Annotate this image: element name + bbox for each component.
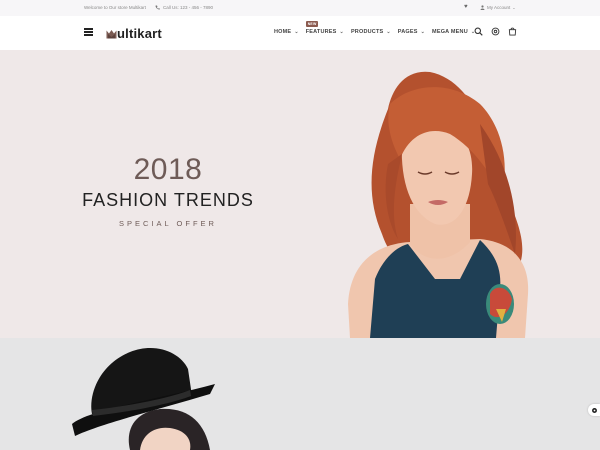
new-badge: NEW: [305, 21, 319, 27]
chevron-down-icon: ⌄: [339, 29, 344, 35]
logo[interactable]: ultikart: [106, 26, 162, 41]
nav-products-label: PRODUCTS: [350, 29, 384, 35]
cart-icon[interactable]: [508, 27, 517, 36]
hero-model-image: [348, 71, 529, 338]
nav-mega-menu[interactable]: MEGA MENU ⌄: [432, 29, 475, 35]
nav-products[interactable]: PRODUCTS ⌄: [351, 29, 391, 35]
second-banner[interactable]: [0, 338, 600, 450]
main-nav: HOME ⌄ FEATURES ⌄ NEW PRODUCTS ⌄ PAGES ⌄…: [274, 21, 475, 35]
nav-pages[interactable]: PAGES ⌄: [398, 29, 425, 35]
phone-text: Call Us: 123 - 456 - 7890: [163, 5, 214, 10]
phone-icon: [155, 5, 160, 10]
top-bar: Welcome to Our store Multikart Call Us: …: [0, 0, 600, 16]
header-icons: [474, 27, 517, 36]
welcome-text: Welcome to Our store Multikart: [84, 5, 146, 10]
nav-pages-label: PAGES: [397, 29, 418, 35]
main-header: ultikart HOME ⌄ FEATURES ⌄ NEW PRODUCTS …: [0, 16, 600, 50]
my-account-label: My Account: [487, 5, 511, 10]
user-icon: [480, 5, 485, 10]
phone-contact: Call Us: 123 - 456 - 7890: [155, 5, 213, 10]
nav-home-label: HOME: [274, 29, 292, 35]
chevron-down-icon: ⌄: [420, 29, 426, 35]
gear-icon: [591, 407, 597, 413]
settings-side-button[interactable]: [588, 404, 600, 416]
hero-year: 2018: [133, 153, 203, 186]
nav-home[interactable]: HOME ⌄: [274, 29, 299, 35]
hero-offer: SPECIAL OFFER: [119, 219, 217, 228]
nav-mega-menu-label: MEGA MENU: [432, 29, 468, 35]
logo-m-mark: [106, 29, 117, 38]
chevron-down-icon: ⌄: [386, 29, 391, 35]
nav-features[interactable]: FEATURES ⌄ NEW: [305, 21, 344, 35]
nav-features-label: FEATURES: [305, 29, 337, 35]
heart-icon[interactable]: ♥: [464, 4, 468, 10]
settings-icon[interactable]: [491, 27, 500, 36]
search-icon[interactable]: [474, 27, 483, 36]
hero-banner[interactable]: 2018 FASHION TRENDS SPECIAL OFFER: [0, 50, 600, 338]
chevron-down-icon: ⌄: [294, 29, 299, 35]
my-account-link[interactable]: My Account ⌄: [480, 5, 516, 10]
hamburger-icon[interactable]: [84, 28, 93, 36]
chevron-down-icon: ⌄: [512, 5, 516, 10]
logo-text: ultikart: [117, 26, 162, 41]
hero-title: FASHION TRENDS: [82, 190, 254, 210]
top-hat-model-image: [72, 348, 215, 450]
